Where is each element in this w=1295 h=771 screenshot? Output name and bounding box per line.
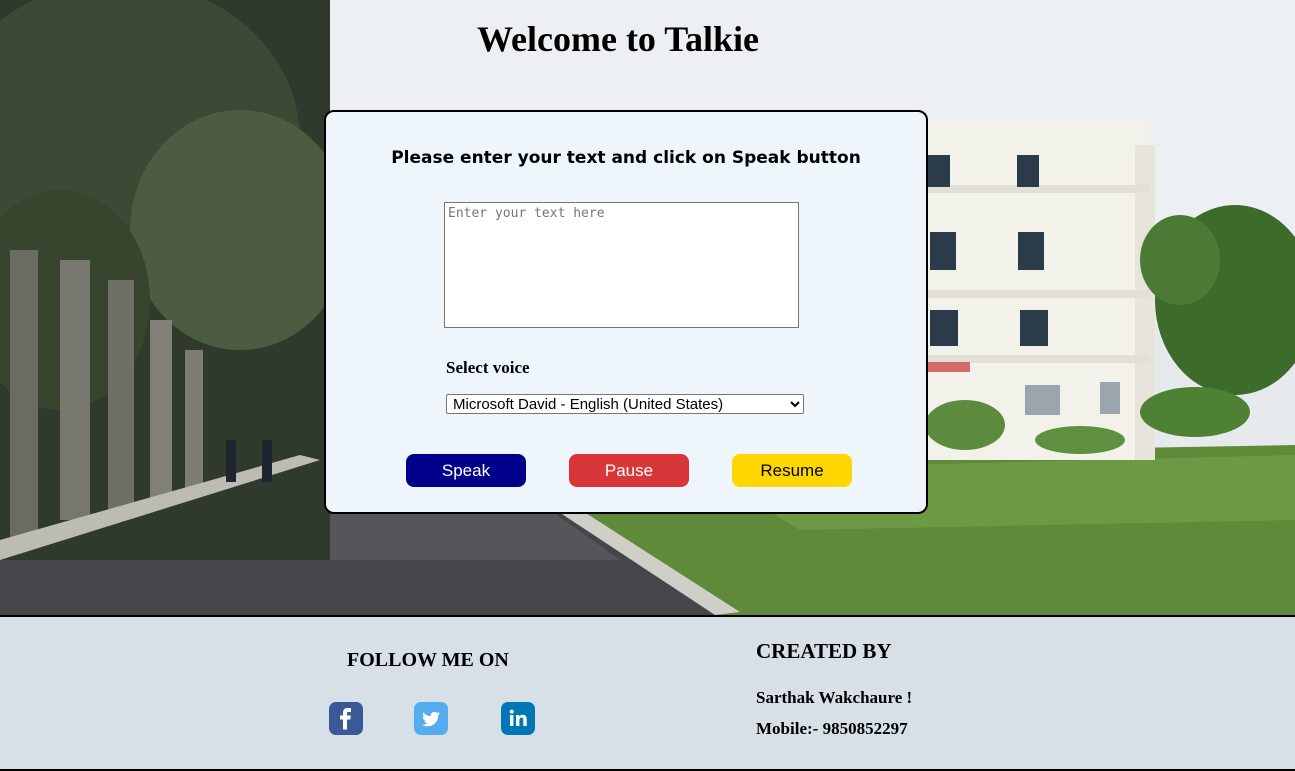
speech-form-card: Please enter your text and click on Spea… xyxy=(324,110,928,514)
linkedin-icon xyxy=(509,709,527,726)
twitter-link[interactable] xyxy=(414,702,448,735)
creator-name: Sarthak Wakchaure ! xyxy=(756,688,913,707)
hero-background: Welcome to Talkie Please enter your text… xyxy=(0,0,1295,615)
creator-mobile: Mobile:- 9850852297 xyxy=(756,719,908,738)
select-voice-label: Select voice xyxy=(446,358,530,377)
page-title: Welcome to Talkie xyxy=(477,19,759,59)
speech-text-input[interactable] xyxy=(444,202,799,328)
facebook-icon xyxy=(340,708,351,730)
speak-button[interactable]: Speak xyxy=(406,454,526,487)
facebook-link[interactable] xyxy=(329,702,363,735)
follow-me-title: FOLLOW ME ON xyxy=(347,649,509,671)
linkedin-link[interactable] xyxy=(501,702,535,735)
twitter-icon xyxy=(422,711,440,727)
resume-button[interactable]: Resume xyxy=(732,454,852,487)
footer: FOLLOW ME ON CREATED BY Sarthak Wakchaur… xyxy=(0,615,1295,771)
pause-button[interactable]: Pause xyxy=(569,454,689,487)
created-by-title: CREATED BY xyxy=(756,639,892,663)
voice-select[interactable]: Microsoft David - English (United States… xyxy=(446,394,804,414)
instructions-text: Please enter your text and click on Spea… xyxy=(391,148,861,168)
